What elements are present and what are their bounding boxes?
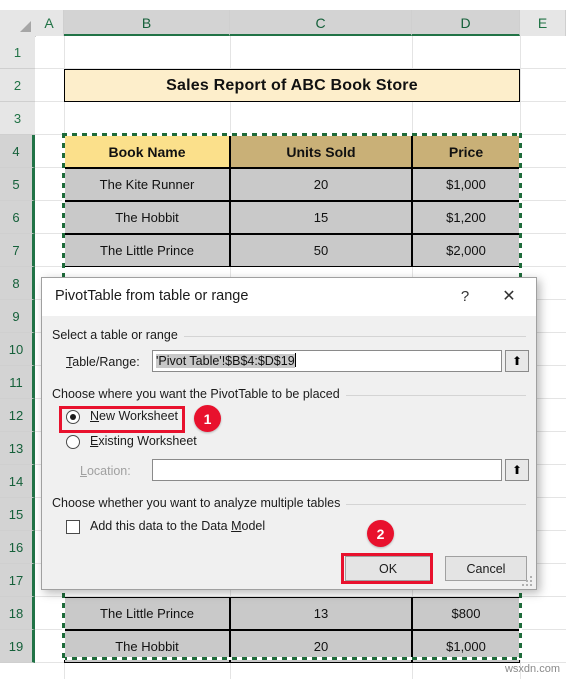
column-header-d[interactable]: D bbox=[412, 10, 520, 36]
excel-screenshot: ABCDE 1 2 3 4 5 6 7 8 9 10 11 12 13 14 15 16 17 18 19 Sale… bbox=[0, 0, 566, 679]
group-select-range-legend: Select a table or range bbox=[52, 328, 184, 342]
row-header-2[interactable]: 2 bbox=[0, 69, 35, 102]
row-header-9[interactable]: 9 bbox=[0, 300, 35, 333]
table-row[interactable]: 20 bbox=[230, 630, 412, 663]
report-title-cell[interactable]: Sales Report of ABC Book Store bbox=[64, 69, 520, 102]
table-row[interactable]: $1,200 bbox=[412, 201, 520, 234]
row-header-4[interactable]: 4 bbox=[0, 135, 35, 168]
table-row[interactable]: 50 bbox=[230, 234, 412, 267]
row-header-8[interactable]: 8 bbox=[0, 267, 35, 300]
existing-worksheet-label[interactable]: Existing Worksheet bbox=[90, 434, 197, 448]
row-header-11[interactable]: 11 bbox=[0, 366, 35, 399]
data-model-label-a: Add this data to the Data bbox=[90, 519, 232, 533]
column-header-b[interactable]: B bbox=[64, 10, 230, 36]
table-row[interactable]: $2,000 bbox=[412, 234, 520, 267]
highlight-new-worksheet bbox=[59, 406, 185, 433]
collapse-dialog-up-arrow-icon: ⬆ bbox=[511, 354, 523, 368]
row-header-19[interactable]: 19 bbox=[0, 630, 35, 663]
highlight-ok-button bbox=[341, 553, 433, 584]
close-icon[interactable]: ✕ bbox=[492, 285, 526, 309]
pivottable-dialog[interactable]: PivotTable from table or range ? ✕ Selec… bbox=[41, 277, 537, 590]
table-row[interactable]: 13 bbox=[230, 597, 412, 630]
row-header-5[interactable]: 5 bbox=[0, 168, 35, 201]
row-header-18[interactable]: 18 bbox=[0, 597, 35, 630]
table-row[interactable]: $1,000 bbox=[412, 630, 520, 663]
row-header-7[interactable]: 7 bbox=[0, 234, 35, 267]
table-range-value: 'Pivot Table'!$B$4:$D$19 bbox=[156, 354, 295, 368]
row-header-13[interactable]: 13 bbox=[0, 432, 35, 465]
step-badge-2: 2 bbox=[367, 520, 394, 547]
collapse-dialog-up-arrow-icon-2: ⬆ bbox=[511, 463, 523, 477]
step-badge-1: 1 bbox=[194, 405, 221, 432]
row-header-16[interactable]: 16 bbox=[0, 531, 35, 564]
dialog-title-bar: PivotTable from table or range ? ✕ bbox=[42, 278, 536, 316]
select-all-triangle-icon bbox=[20, 21, 31, 32]
watermark: wsxdn.com bbox=[504, 663, 560, 675]
row-header-6[interactable]: 6 bbox=[0, 201, 35, 234]
row-header-10[interactable]: 10 bbox=[0, 333, 35, 366]
table-row[interactable]: 20 bbox=[230, 168, 412, 201]
table-row[interactable]: 15 bbox=[230, 201, 412, 234]
column-header-e[interactable]: E bbox=[520, 10, 566, 36]
table-row[interactable]: The Hobbit bbox=[64, 630, 230, 663]
table-range-label: Table/Range: bbox=[66, 355, 140, 369]
data-model-label-b: odel bbox=[241, 519, 266, 533]
existing-worksheet-radio[interactable] bbox=[66, 435, 80, 449]
help-icon[interactable]: ? bbox=[451, 285, 479, 309]
table-header-cell[interactable]: Book Name bbox=[64, 135, 230, 168]
table-range-label-rest: able/Range: bbox=[72, 355, 140, 369]
column-header-strip: ABCDE bbox=[35, 10, 566, 36]
row-header-1[interactable]: 1 bbox=[0, 36, 35, 69]
table-header-cell[interactable]: Units Sold bbox=[230, 135, 412, 168]
existing-worksheet-label-rest: xisting Worksheet bbox=[98, 434, 197, 448]
group-placement-legend: Choose where you want the PivotTable to … bbox=[52, 387, 346, 401]
table-header-cell[interactable]: Price bbox=[412, 135, 520, 168]
column-header-c[interactable]: C bbox=[230, 10, 412, 36]
table-row[interactable]: $800 bbox=[412, 597, 520, 630]
table-row[interactable]: The Kite Runner bbox=[64, 168, 230, 201]
data-model-label[interactable]: Add this data to the Data Model bbox=[90, 519, 265, 533]
group-multiple-tables-legend: Choose whether you want to analyze multi… bbox=[52, 496, 347, 510]
location-label-rest: ocation: bbox=[86, 464, 131, 478]
location-label: Location: bbox=[80, 464, 131, 478]
row-header-strip: 1 2 3 4 5 6 7 8 9 10 11 12 13 14 15 16 17 18 19 bbox=[0, 36, 35, 679]
row-header-3[interactable]: 3 bbox=[0, 102, 35, 135]
cancel-button[interactable]: Cancel bbox=[445, 556, 527, 581]
select-all-corner[interactable] bbox=[0, 10, 36, 37]
table-row[interactable]: The Little Prince bbox=[64, 597, 230, 630]
table-row[interactable]: The Hobbit bbox=[64, 201, 230, 234]
data-model-checkbox[interactable] bbox=[66, 520, 80, 534]
column-header-a[interactable]: A bbox=[35, 10, 64, 36]
row-header-17[interactable]: 17 bbox=[0, 564, 35, 597]
row-header-14[interactable]: 14 bbox=[0, 465, 35, 498]
range-picker-button[interactable]: ⬆ bbox=[505, 350, 529, 372]
dialog-body: Select a table or range Table/Range: 'Pi… bbox=[42, 316, 536, 589]
table-range-input[interactable]: 'Pivot Table'!$B$4:$D$19 bbox=[152, 350, 502, 372]
table-row[interactable]: $1,000 bbox=[412, 168, 520, 201]
row-header-15[interactable]: 15 bbox=[0, 498, 35, 531]
location-input[interactable] bbox=[152, 459, 502, 481]
location-picker-button[interactable]: ⬆ bbox=[505, 459, 529, 481]
resize-grip-icon[interactable] bbox=[522, 576, 532, 586]
table-row[interactable]: The Little Prince bbox=[64, 234, 230, 267]
row-header-12[interactable]: 12 bbox=[0, 399, 35, 432]
dialog-title: PivotTable from table or range bbox=[55, 288, 249, 304]
